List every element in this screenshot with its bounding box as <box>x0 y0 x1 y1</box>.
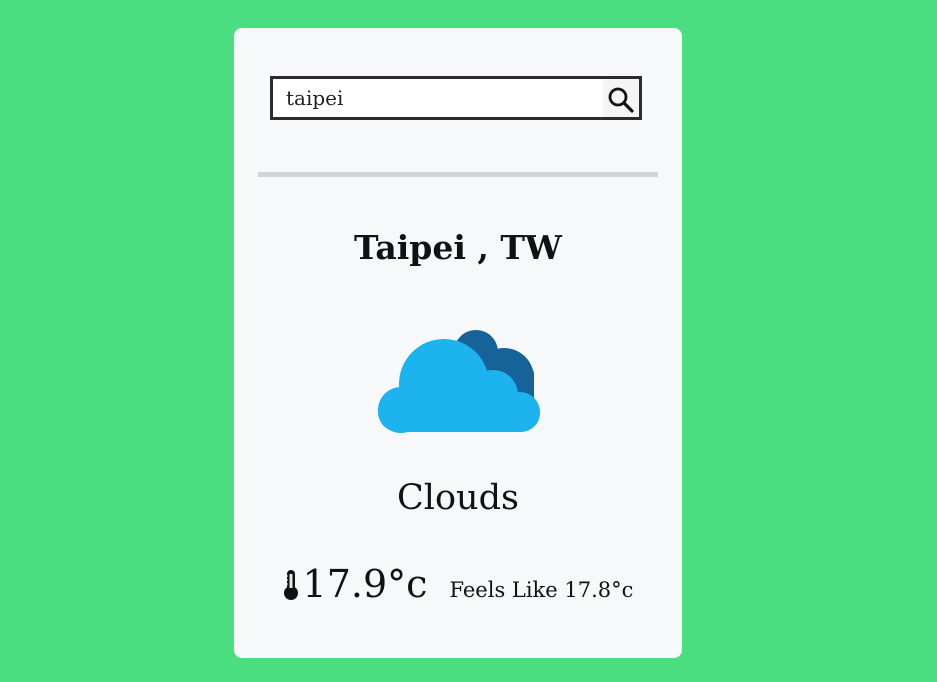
search-bar <box>270 76 642 120</box>
search-input[interactable] <box>273 79 603 117</box>
divider <box>258 172 658 177</box>
temperature-unit: °c <box>387 562 428 606</box>
weather-condition: Clouds <box>397 478 519 518</box>
feels-like: Feels Like 17.8°c <box>449 578 633 602</box>
search-icon <box>608 87 634 113</box>
location-title: Taipei , TW <box>353 228 562 267</box>
feels-like-label: Feels Like <box>449 578 558 602</box>
temperature-value: 17.9 <box>302 562 388 606</box>
temperature-row: 17.9°c Feels Like 17.8°c <box>234 562 682 612</box>
feels-like-value: 17.8°c <box>564 578 634 602</box>
cloud-icon <box>378 330 540 433</box>
search-button[interactable] <box>603 79 639 117</box>
weather-card: Taipei , TW Clouds 17.9°c Feels Like 17.8… <box>234 28 682 658</box>
thermometer-icon <box>283 570 298 600</box>
